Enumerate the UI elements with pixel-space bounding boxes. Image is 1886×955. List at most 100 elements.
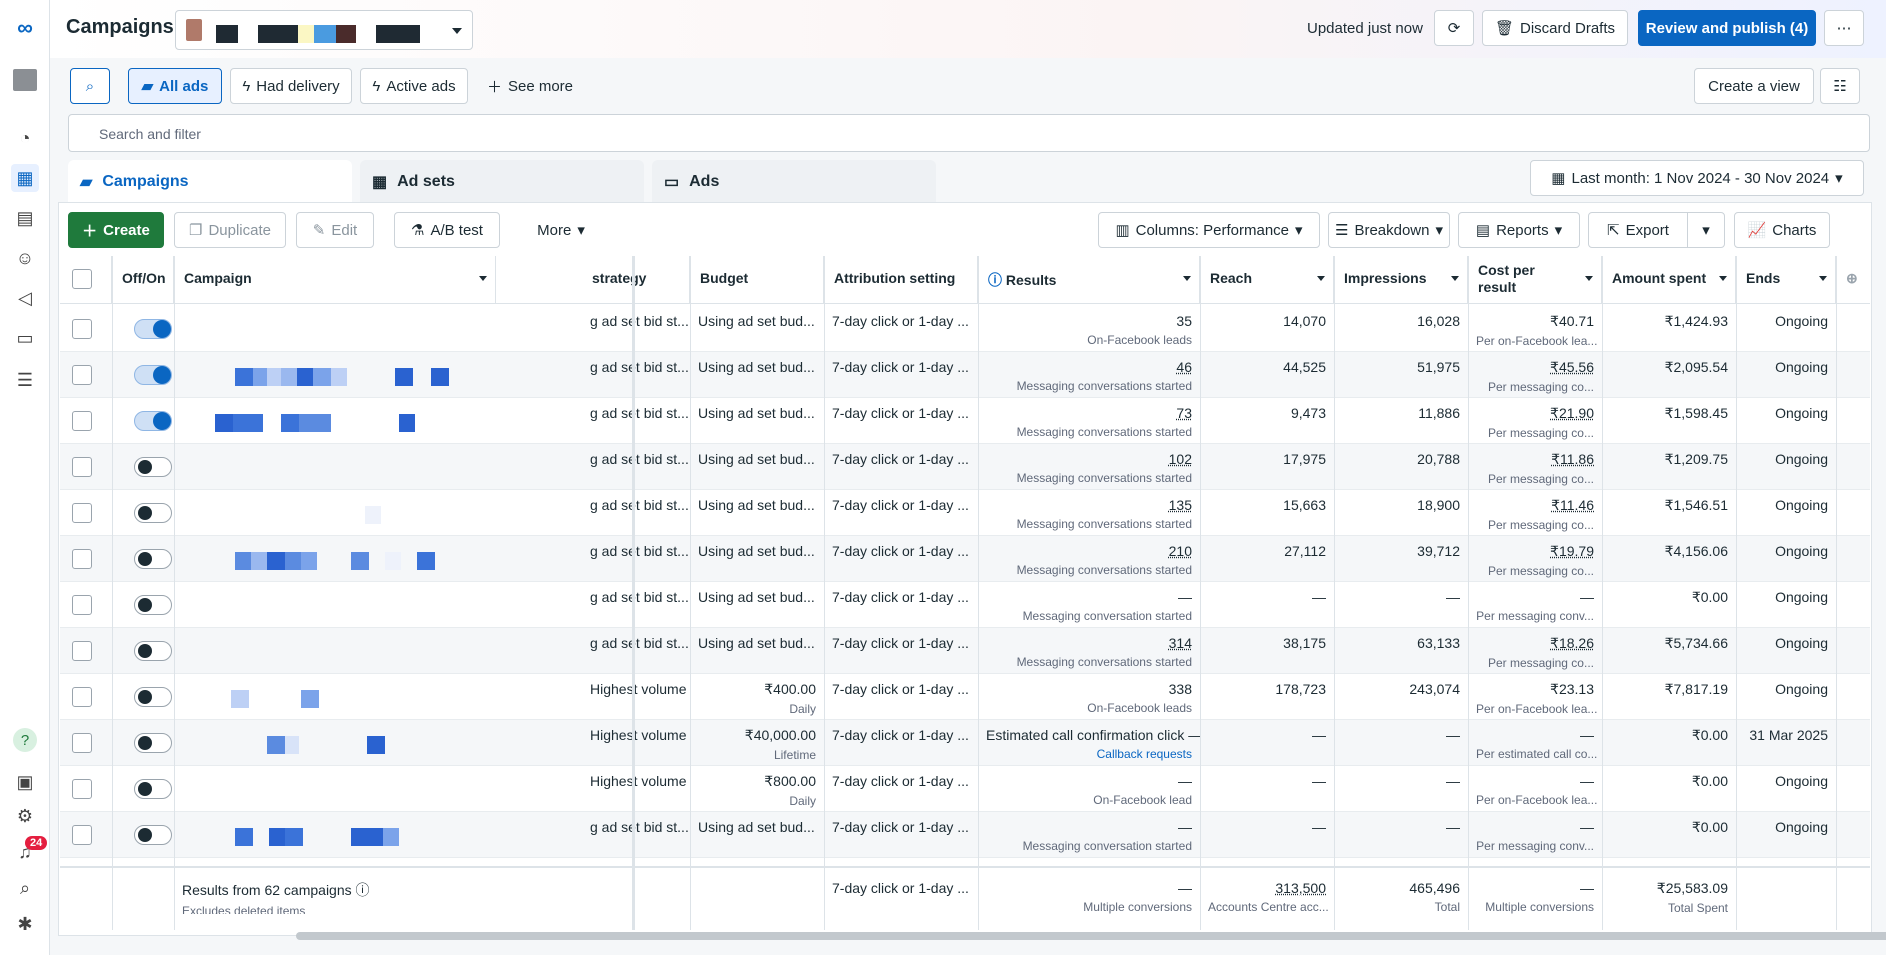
reports-icon[interactable]: ▣ (11, 768, 39, 796)
redacted-campaign-name[interactable] (215, 628, 535, 674)
results-cell[interactable]: 73 Messaging conversations started (978, 398, 1200, 444)
redacted-campaign-name[interactable] (215, 444, 535, 490)
campaign-toggle[interactable] (134, 595, 172, 615)
ad-account-selector[interactable] (175, 10, 473, 50)
view-settings-button[interactable]: ☷ (1820, 68, 1860, 104)
campaign-toggle[interactable] (134, 549, 172, 569)
row-checkbox[interactable] (72, 779, 92, 799)
redacted-campaign-name[interactable] (215, 674, 535, 720)
horizontal-scrollbar[interactable] (296, 932, 1886, 940)
row-checkbox[interactable] (72, 641, 92, 661)
row-checkbox[interactable] (72, 503, 92, 523)
table-row[interactable]: Highest volume ₹400.00 Daily 7-day click … (60, 674, 1870, 720)
settings-gear-icon[interactable]: ⚙ (11, 802, 39, 830)
results-cell[interactable]: 46 Messaging conversations started (978, 352, 1200, 398)
discard-drafts-button[interactable]: 🗑 Discard Drafts (1482, 10, 1628, 46)
table-row[interactable]: g ad set bid st... Using ad set bud... 7… (60, 812, 1870, 858)
account-avatar-icon[interactable] (11, 66, 39, 94)
table-row[interactable]: Highest volume ₹40,000.00 Lifetime 7-day … (60, 720, 1870, 766)
dashboard-icon[interactable]: ◔ (11, 124, 39, 152)
redacted-campaign-name[interactable] (215, 766, 535, 812)
audiences-icon[interactable]: ☺ (11, 244, 39, 272)
edit-button[interactable]: ✎ Edit (296, 212, 374, 248)
redacted-campaign-name[interactable] (215, 812, 535, 858)
redacted-campaign-name[interactable] (215, 306, 535, 352)
tab-campaigns[interactable]: ▰ Campaigns (68, 160, 352, 204)
export-dropdown-button[interactable]: ▾ (1687, 212, 1725, 248)
col-attribution[interactable]: Attribution setting (824, 256, 978, 304)
table-row[interactable]: g ad set bid st... Using ad set bud... 7… (60, 628, 1870, 674)
campaign-toggle[interactable] (134, 319, 172, 339)
campaigns-table-icon[interactable]: ▦ (11, 164, 39, 192)
add-column-icon[interactable]: ⊕ (1836, 256, 1870, 304)
row-checkbox[interactable] (72, 733, 92, 753)
search-and-filter-input[interactable]: Search and filter (68, 114, 1870, 152)
menu-icon[interactable]: ☰ (11, 366, 39, 394)
campaign-toggle[interactable] (134, 365, 172, 385)
breakdown-button[interactable]: ☰ Breakdown ▾ (1328, 212, 1450, 248)
table-row[interactable]: g ad set bid st... Using ad set bud... 7… (60, 306, 1870, 352)
filter-active-ads[interactable]: ϟ Active ads (360, 68, 468, 104)
row-checkbox[interactable] (72, 319, 92, 339)
filter-had-delivery[interactable]: ϟ Had delivery (230, 68, 352, 104)
campaign-toggle[interactable] (134, 457, 172, 477)
col-campaign[interactable]: Campaign (174, 256, 496, 304)
date-range-picker[interactable]: ▦ Last month: 1 Nov 2024 - 30 Nov 2024 ▾ (1530, 160, 1864, 196)
campaign-toggle[interactable] (134, 779, 172, 799)
row-checkbox[interactable] (72, 549, 92, 569)
col-budget[interactable]: Budget (690, 256, 824, 304)
col-impressions[interactable]: Impressions (1334, 256, 1468, 304)
create-view-button[interactable]: Create a view (1694, 68, 1814, 104)
filter-all-ads[interactable]: ▰ All ads (128, 68, 222, 104)
row-checkbox[interactable] (72, 365, 92, 385)
duplicate-button[interactable]: ❐ Duplicate (174, 212, 286, 248)
campaign-toggle[interactable] (134, 733, 172, 753)
redacted-campaign-name[interactable] (215, 490, 535, 536)
table-row[interactable]: g ad set bid st... Using ad set bud... 7… (60, 582, 1870, 628)
row-checkbox[interactable] (72, 687, 92, 707)
results-cell[interactable]: 35 On-Facebook leads (978, 306, 1200, 352)
col-reach[interactable]: Reach (1200, 256, 1334, 304)
results-cell[interactable]: 314 Messaging conversations started (978, 628, 1200, 674)
search-toggle-button[interactable]: ⌕ (70, 68, 110, 104)
bug-report-icon[interactable]: ✱ (11, 910, 39, 938)
reports-button[interactable]: ▤ Reports ▾ (1458, 212, 1580, 248)
billing-card-icon[interactable]: ▭ (11, 324, 39, 352)
results-cell[interactable]: — On-Facebook lead (978, 766, 1200, 812)
results-cell[interactable]: 135 Messaging conversations started (978, 490, 1200, 536)
campaign-toggle[interactable] (134, 687, 172, 707)
ab-test-button[interactable]: ⚗ A/B test (394, 212, 500, 248)
redacted-campaign-name[interactable] (215, 398, 535, 444)
redacted-campaign-name[interactable] (215, 536, 535, 582)
col-ends[interactable]: Ends (1736, 256, 1836, 304)
row-checkbox[interactable] (72, 411, 92, 431)
table-row[interactable]: Highest volume ₹800.00 Daily 7-day click … (60, 766, 1870, 812)
help-icon[interactable]: ? (11, 726, 39, 754)
col-results[interactable]: ⓘ Results (978, 256, 1200, 304)
tab-ad-sets[interactable]: ▦ Ad sets (360, 160, 644, 204)
more-actions-button[interactable]: More ▾ (520, 212, 602, 248)
search-icon[interactable]: ⌕ (11, 874, 39, 902)
col-strategy[interactable]: strategy (582, 256, 690, 304)
col-cost-per-result[interactable]: Cost per result (1468, 256, 1602, 304)
results-cell[interactable]: 102 Messaging conversations started (978, 444, 1200, 490)
results-cell[interactable]: — Messaging conversation started (978, 582, 1200, 628)
row-checkbox[interactable] (72, 825, 92, 845)
select-all-checkbox[interactable] (72, 269, 92, 289)
results-cell[interactable]: 210 Messaging conversations started (978, 536, 1200, 582)
table-row[interactable]: g ad set bid st... Using ad set bud... 7… (60, 490, 1870, 536)
row-checkbox[interactable] (72, 595, 92, 615)
col-amount-spent[interactable]: Amount spent (1602, 256, 1736, 304)
table-row[interactable]: g ad set bid st... Using ad set bud... 7… (60, 536, 1870, 582)
table-row[interactable]: g ad set bid st... Using ad set bud... 7… (60, 398, 1870, 444)
review-publish-button[interactable]: Review and publish (4) (1638, 10, 1816, 46)
meta-logo-icon[interactable]: ∞ (11, 14, 39, 42)
results-cell[interactable]: — Messaging conversation started (978, 812, 1200, 858)
tab-ads[interactable]: ▭ Ads (652, 160, 936, 204)
results-cell[interactable]: 338 On-Facebook leads (978, 674, 1200, 720)
campaign-toggle[interactable] (134, 503, 172, 523)
refresh-button[interactable]: ⟳ (1434, 10, 1474, 46)
campaign-toggle[interactable] (134, 411, 172, 431)
columns-button[interactable]: ▥ Columns: Performance ▾ (1098, 212, 1320, 248)
redacted-campaign-name[interactable] (215, 352, 535, 398)
